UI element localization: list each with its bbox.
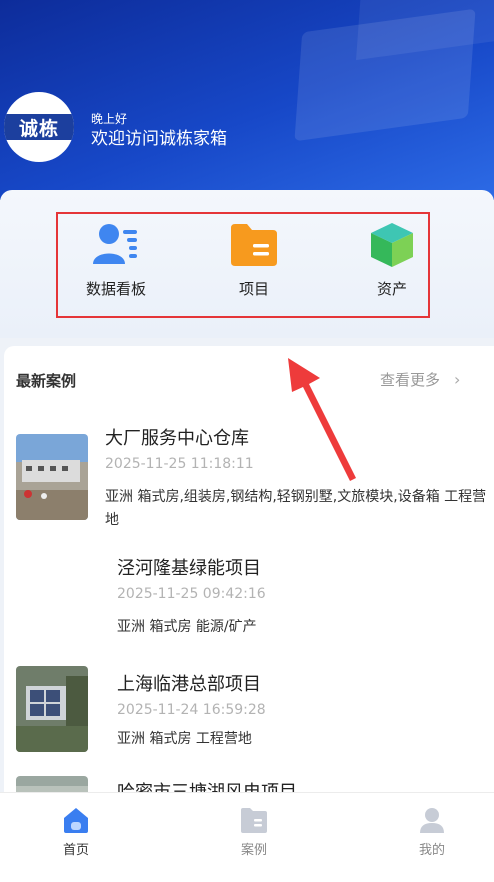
- folder-icon: [239, 805, 269, 835]
- case-timestamp: 2025-11-25 11:18:11: [105, 456, 254, 472]
- quick-action-projects[interactable]: 项目: [204, 222, 304, 299]
- company-logo: 诚栋: [4, 92, 74, 162]
- case-timestamp: 2025-11-25 09:42:16: [117, 586, 266, 602]
- case-title: 大厂服务中心仓库: [105, 428, 249, 449]
- welcome-text: 欢迎访问诚栋家箱: [91, 129, 227, 149]
- folder-icon: [229, 222, 279, 268]
- tab-label: 我的: [418, 843, 445, 858]
- tab-profile[interactable]: 我的: [392, 805, 472, 858]
- tab-label: 首页: [62, 843, 89, 858]
- case-item[interactable]: 泾河隆基绿能项目 2025-11-25 09:42:16 亚洲 箱式房 能源/矿…: [4, 550, 494, 650]
- header-banner: [0, 0, 494, 200]
- header-decoration: [294, 8, 476, 142]
- dashboard-user-list-icon: [91, 222, 141, 268]
- quick-action-label: 资产: [376, 280, 407, 298]
- bottom-tab-bar: 首页 案例 我的: [0, 792, 494, 882]
- see-more-link[interactable]: 查看更多 ›: [380, 369, 460, 390]
- case-tags: 亚洲 箱式房 能源/矿产: [117, 619, 257, 635]
- section-title: 最新案例: [16, 372, 77, 390]
- cube-icon: [367, 222, 417, 268]
- quick-action-assets[interactable]: 资产: [342, 222, 442, 299]
- case-item[interactable]: 上海临港总部项目 2025-11-24 16:59:28 亚洲 箱式房 工程营地: [4, 666, 494, 766]
- case-thumbnail: [16, 666, 88, 752]
- quick-action-label: 项目: [238, 280, 269, 298]
- logo-text: 诚栋: [4, 114, 74, 140]
- case-item[interactable]: 大厂服务中心仓库 2025-11-25 11:18:11 亚洲 箱式房,组装房,…: [4, 420, 494, 530]
- tab-cases[interactable]: 案例: [214, 805, 294, 858]
- quick-action-dashboard[interactable]: 数据看板: [66, 222, 166, 299]
- case-timestamp: 2025-11-24 16:59:28: [117, 702, 266, 718]
- case-title: 泾河隆基绿能项目: [117, 558, 261, 579]
- case-thumbnail: [16, 434, 88, 520]
- user-icon: [417, 805, 447, 835]
- case-title: 上海临港总部项目: [117, 674, 261, 695]
- chevron-right-icon: ›: [454, 370, 461, 389]
- case-tags: 亚洲 箱式房,组装房,钢结构,轻钢别墅,文旅模块,设备箱 工程营地: [105, 489, 487, 528]
- home-icon: [61, 805, 91, 835]
- see-more-label: 查看更多: [380, 371, 441, 389]
- latest-cases-card: 最新案例 查看更多 › 大厂服务中心仓库 2025-11-25 11:18:11…: [4, 346, 494, 796]
- quick-action-label: 数据看板: [85, 280, 146, 298]
- tab-home[interactable]: 首页: [36, 805, 116, 858]
- tab-label: 案例: [240, 843, 267, 858]
- case-tags: 亚洲 箱式房 工程营地: [117, 731, 252, 747]
